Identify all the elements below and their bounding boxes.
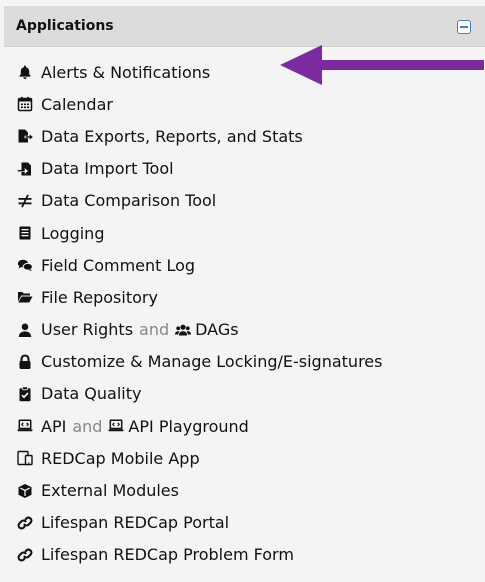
- comments-icon: [17, 257, 33, 273]
- panel-header: Applications: [4, 6, 485, 47]
- annotation-arrow: [280, 45, 484, 85]
- folder-open-icon: [17, 289, 33, 305]
- logging-link[interactable]: Logging: [41, 224, 104, 243]
- mobile-tablet-icon: [17, 450, 33, 466]
- list-document-icon: [17, 225, 33, 241]
- file-export-icon: [17, 128, 33, 144]
- user-rights-link[interactable]: User Rights: [41, 320, 133, 339]
- users-group-icon: [175, 322, 192, 338]
- calendar-link[interactable]: Calendar: [41, 95, 113, 114]
- menu-item-logging: Logging: [0, 217, 485, 249]
- panel-title: Applications: [16, 18, 114, 34]
- menu-item-data-quality: Data Quality: [0, 378, 485, 410]
- lifespan-problem-form-link[interactable]: Lifespan REDCap Problem Form: [41, 545, 294, 564]
- file-repository-link[interactable]: File Repository: [41, 288, 158, 307]
- menu-item-api: API and API Playground: [0, 410, 485, 442]
- data-comparison-link[interactable]: Data Comparison Tool: [41, 191, 216, 210]
- locking-link[interactable]: Customize & Manage Locking/E-signatures: [41, 352, 382, 371]
- menu-item-data-comparison: Data Comparison Tool: [0, 185, 485, 217]
- menu-item-mobile-app: REDCap Mobile App: [0, 442, 485, 474]
- and-joiner: and: [139, 320, 170, 340]
- data-import-link[interactable]: Data Import Tool: [41, 159, 174, 178]
- menu-item-data-exports: Data Exports, Reports, and Stats: [0, 120, 485, 152]
- file-import-icon: [17, 161, 33, 177]
- menu-item-field-comment-log: Field Comment Log: [0, 249, 485, 281]
- api-link[interactable]: API: [41, 417, 66, 436]
- data-quality-link[interactable]: Data Quality: [41, 384, 141, 403]
- menu-item-calendar: Calendar: [0, 88, 485, 120]
- collapse-button[interactable]: [457, 20, 471, 34]
- clipboard-check-icon: [17, 386, 33, 402]
- cube-icon: [17, 483, 33, 499]
- not-equal-icon: [17, 193, 33, 209]
- link-icon: [17, 547, 33, 563]
- laptop-code-icon: [17, 418, 33, 434]
- api-playground-link[interactable]: API Playground: [128, 417, 248, 436]
- alerts-notifications-link[interactable]: Alerts & Notifications: [41, 63, 210, 82]
- user-icon: [17, 322, 33, 338]
- menu-item-lifespan-problem-form: Lifespan REDCap Problem Form: [0, 539, 485, 571]
- menu-item-data-import: Data Import Tool: [0, 153, 485, 185]
- menu-item-file-repository: File Repository: [0, 281, 485, 313]
- lifespan-portal-link[interactable]: Lifespan REDCap Portal: [41, 513, 229, 532]
- link-icon: [17, 515, 33, 531]
- menu-item-user-rights: User Rights and DAGs: [0, 314, 485, 346]
- menu-item-locking: Customize & Manage Locking/E-signatures: [0, 346, 485, 378]
- applications-panel: Applications Alerts & Notifications Cale…: [0, 0, 485, 582]
- external-modules-link[interactable]: External Modules: [41, 481, 179, 500]
- lock-icon: [17, 354, 33, 370]
- menu-item-lifespan-portal: Lifespan REDCap Portal: [0, 507, 485, 539]
- field-comment-log-link[interactable]: Field Comment Log: [41, 256, 195, 275]
- calendar-icon: [17, 96, 33, 112]
- mobile-app-link[interactable]: REDCap Mobile App: [41, 449, 200, 468]
- data-exports-link[interactable]: Data Exports, Reports, and Stats: [41, 127, 303, 146]
- menu-item-external-modules: External Modules: [0, 474, 485, 506]
- dags-link[interactable]: DAGs: [195, 320, 238, 339]
- and-joiner: and: [72, 416, 103, 436]
- applications-menu: Alerts & Notifications Calendar Data Exp…: [0, 56, 485, 571]
- bell-icon: [17, 64, 33, 80]
- laptop-code-icon: [108, 418, 124, 434]
